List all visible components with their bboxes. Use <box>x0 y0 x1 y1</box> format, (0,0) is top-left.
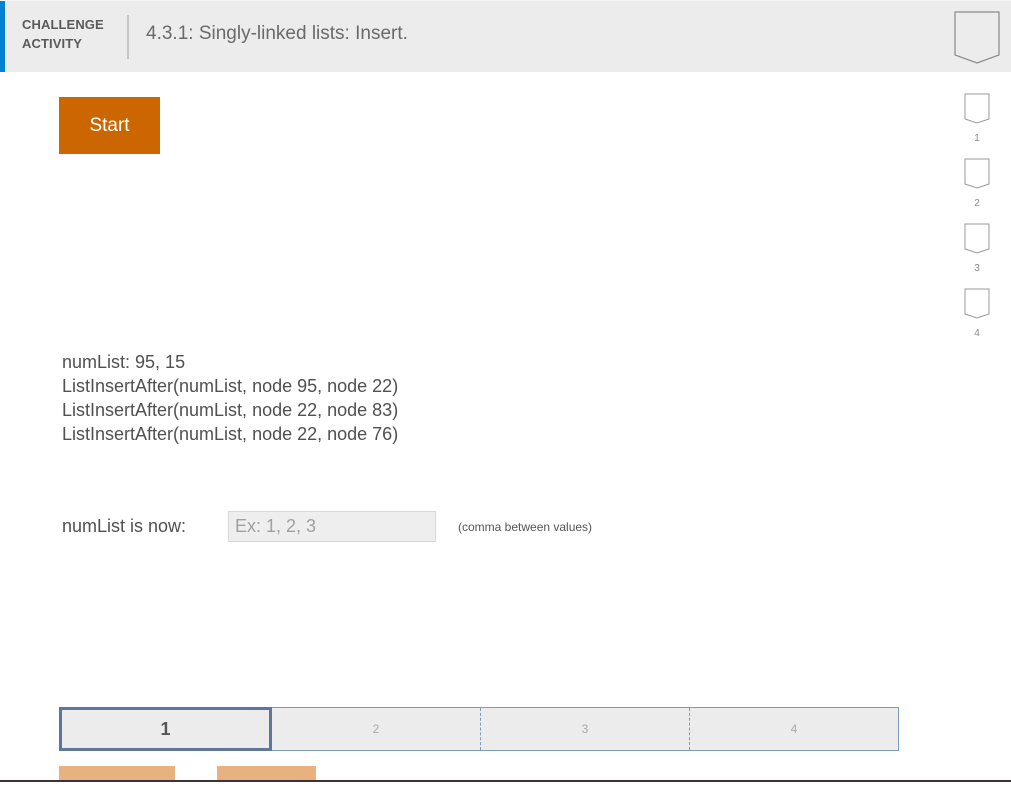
level-number: 2 <box>974 198 980 209</box>
problem-line: ListInsertAfter(numList, node 95, node 2… <box>62 376 399 396</box>
level-number: 1 <box>974 133 980 144</box>
activity-type-label: CHALLENGE ACTIVITY <box>22 15 104 53</box>
check-button[interactable] <box>59 766 175 780</box>
completion-badge-icon <box>954 11 1000 65</box>
activity-title: 4.3.1: Singly-linked lists: Insert. <box>146 23 408 44</box>
progress-segment-4[interactable]: 4 <box>689 708 898 750</box>
accent-bar <box>0 1 5 72</box>
answer-hint: (comma between values) <box>458 520 593 534</box>
problem-statement: numList: 95, 15 ListInsertAfter(numList,… <box>62 350 398 446</box>
badge-outline-icon <box>964 288 990 319</box>
activity-type-line2: ACTIVITY <box>22 36 83 51</box>
progress-segment-1[interactable]: 1 <box>59 707 272 751</box>
bottom-divider <box>0 780 1011 782</box>
answer-input[interactable] <box>228 511 436 542</box>
start-button[interactable]: Start <box>59 97 160 154</box>
level-badge-2[interactable]: 2 <box>963 158 991 223</box>
next-button[interactable] <box>217 766 316 780</box>
level-number: 3 <box>974 263 980 274</box>
activity-type-line1: CHALLENGE <box>22 17 104 32</box>
level-badge-4[interactable]: 4 <box>963 288 991 353</box>
badge-outline-icon <box>964 93 990 124</box>
level-number: 4 <box>974 328 980 339</box>
badge-outline-icon <box>964 158 990 189</box>
activity-header: CHALLENGE ACTIVITY 4.3.1: Singly-linked … <box>0 0 1011 72</box>
problem-line: numList: 95, 15 <box>62 352 186 372</box>
level-badge-1[interactable]: 1 <box>963 93 991 158</box>
level-badges: 1 2 3 4 <box>963 93 991 353</box>
badge-outline-icon <box>964 223 990 254</box>
progress-segment-2[interactable]: 2 <box>272 708 480 750</box>
answer-label: numList is now: <box>62 516 187 536</box>
problem-line: ListInsertAfter(numList, node 22, node 7… <box>62 424 399 444</box>
level-badge-3[interactable]: 3 <box>963 223 991 288</box>
problem-line: ListInsertAfter(numList, node 22, node 8… <box>62 400 399 420</box>
level-progress-bar: 1 2 3 4 <box>59 707 899 751</box>
header-divider <box>127 15 129 59</box>
progress-segment-3[interactable]: 3 <box>480 708 689 750</box>
